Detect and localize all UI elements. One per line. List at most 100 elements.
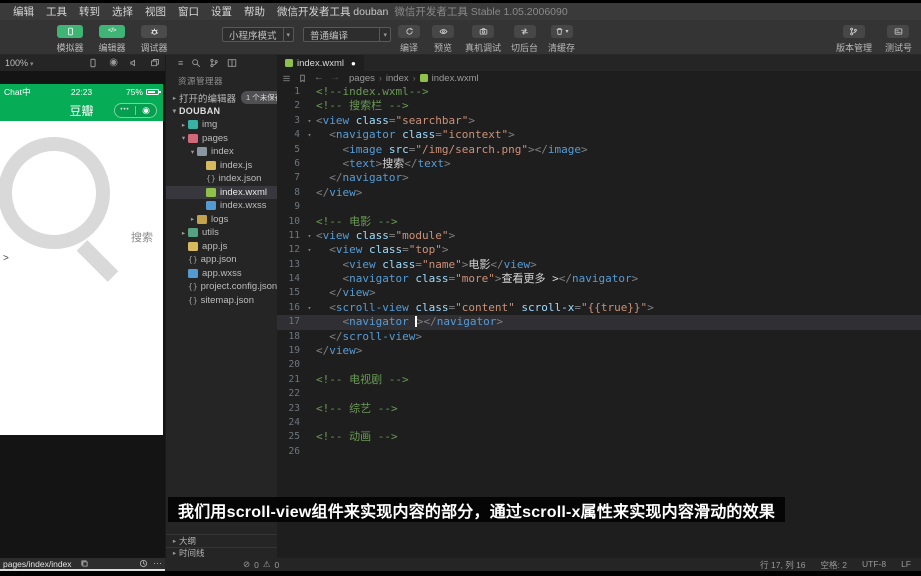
code-editor[interactable]: 1<!--index.wxml-->2<!-- 搜索栏 -->3▾<view c… [277,85,921,558]
open-editors-section[interactable]: ▸ 打开的编辑器 1 个未保存 [166,91,277,105]
code-line-3[interactable]: 3▾<view class="searchbar"> [277,114,921,128]
search-icon[interactable] [191,58,201,68]
code-line-7[interactable]: 7 </navigator> [277,171,921,185]
tree-item-label: index [211,146,234,157]
code-line-20[interactable]: 20 [277,358,921,372]
code-line-4[interactable]: 4▾ <navigator class="icontext"> [277,128,921,142]
menu-item[interactable]: 窗口 [172,4,205,19]
back-arrow-icon[interactable]: ← [314,73,324,83]
tree-item-utils[interactable]: ▸utils [166,226,277,240]
tree-item-douban[interactable]: ▾DOUBAN [166,105,277,119]
menu-item[interactable]: 设置 [205,4,238,19]
menu-item[interactable]: 转到 [73,4,106,19]
search-text[interactable]: 搜索 [131,229,153,245]
tree-item-sitemap.json[interactable]: {}sitemap.json [166,294,277,308]
trash-button[interactable]: ▾清缓存 [548,25,575,54]
code-line-21[interactable]: 21<!-- 电视剧 --> [277,373,921,387]
code-line-12[interactable]: 12▾ <view class="top"> [277,243,921,257]
bookmark-icon[interactable] [298,74,307,83]
tree-item-index.wxml[interactable]: index.wxml [166,186,277,200]
search-image-ring[interactable] [0,137,110,249]
mode-select[interactable]: 小程序模式 ▾ [222,27,294,42]
windows-icon[interactable] [150,58,160,68]
tree-item-index[interactable]: ▾index [166,145,277,159]
tree-item-logs[interactable]: ▸logs [166,213,277,227]
code-line-1[interactable]: 1<!--index.wxml--> [277,85,921,99]
breadcrumb-item[interactable]: pages [349,73,375,84]
exit-capsule-icon[interactable]: ◉ [136,106,156,115]
code-line-10[interactable]: 10<!-- 电影 --> [277,215,921,229]
code-line-13[interactable]: 13 <view class="name">电影</view> [277,258,921,272]
tree-item-index.json[interactable]: {}index.json [166,172,277,186]
forward-arrow-icon[interactable]: → [331,73,341,83]
debug-toggle-button[interactable]: 调试器 [139,25,169,54]
code-line-9[interactable]: 9 [277,200,921,214]
status-segment[interactable]: UTF-8 [862,559,886,571]
code-line-2[interactable]: 2<!-- 搜索栏 --> [277,99,921,113]
app-version: 微信开发者工具 Stable 1.05.2006090 [394,6,567,18]
tree-item-app.js[interactable]: app.js [166,240,277,254]
code-line-14[interactable]: 14 <navigator class="more">查看更多 ></navig… [277,272,921,286]
breadcrumb-item[interactable]: index.wxml [432,73,479,84]
code-line-22[interactable]: 22 [277,387,921,401]
menu-item[interactable]: 帮助 [238,4,271,19]
code-line-17[interactable]: 17 <navigator ></navigator> [277,315,921,329]
sidebar-section-时间线[interactable]: ▸时间线 [166,547,277,559]
code-line-15[interactable]: 15 </view> [277,286,921,300]
code-line-18[interactable]: 18 </scroll-view> [277,330,921,344]
list-icon[interactable]: ≡ [178,59,183,68]
outline-icon[interactable] [282,74,291,83]
more-dots-icon[interactable]: ••• [115,107,135,113]
status-segment[interactable]: LF [901,559,911,571]
eye-button[interactable]: 预览 [431,25,455,54]
branch-icon[interactable] [209,58,219,68]
split-icon[interactable] [227,58,237,68]
idcard-button[interactable]: 测试号 [885,25,912,54]
compile-mode-select[interactable]: 普通编译 ▾ [303,27,391,42]
code-toggle-button[interactable]: </>编辑器 [97,25,127,54]
sidebar-section-大纲[interactable]: ▸大纲 [166,534,277,547]
sound-icon[interactable] [129,58,139,68]
tab-index-wxml[interactable]: index.wxml ● [277,55,364,71]
status-segment[interactable]: 行 17, 列 16 [760,559,805,571]
tree-item-pages[interactable]: ▾pages [166,132,277,146]
menu-item[interactable]: 微信开发者工具 [271,4,357,19]
menu-item[interactable]: 编辑 [7,4,40,19]
menu-item[interactable]: 工具 [40,4,73,19]
menu-item[interactable]: 选择 [106,4,139,19]
refresh-button[interactable]: 编译 [397,25,421,54]
tree-item-project.config.json[interactable]: {}project.config.json [166,280,277,294]
code-line-6[interactable]: 6 <text>搜索</text> [277,157,921,171]
code-line-16[interactable]: 16▾ <scroll-view class="content" scroll-… [277,301,921,315]
status-segment[interactable]: 空格: 2 [821,559,847,571]
tree-item-img[interactable]: ▸img [166,118,277,132]
code-line-24[interactable]: 24 [277,416,921,430]
tree-item-index.js[interactable]: index.js [166,159,277,173]
record-icon[interactable]: ◉ [109,58,118,68]
code-line-26[interactable]: 26 [277,445,921,459]
camera-button[interactable]: 真机调试 [465,25,501,54]
zoom-select[interactable]: 100%▾ [5,58,34,68]
line-number: 10 [277,215,303,229]
tree-item-app.json[interactable]: {}app.json [166,253,277,267]
code-line-8[interactable]: 8</view> [277,186,921,200]
code-line-11[interactable]: 11▾<view class="module"> [277,229,921,243]
code-line-23[interactable]: 23<!-- 综艺 --> [277,402,921,416]
tree-item-index.wxss[interactable]: index.wxss [166,199,277,213]
device-icon[interactable] [88,58,98,68]
menu-item[interactable]: 视图 [139,4,172,19]
problems-indicator[interactable]: ⊘ 0 ⚠ 0 [243,560,279,570]
breadcrumb-item[interactable]: index [386,73,409,84]
branch-button[interactable]: 版本管理 [836,25,872,54]
copy-path-icon[interactable] [80,559,89,568]
more-dots-icon[interactable]: ⋯ [153,559,162,568]
phone-toggle-button[interactable]: 模拟器 [55,25,85,54]
code-line-25[interactable]: 25<!-- 动画 --> [277,430,921,444]
swap-button[interactable]: 切后台 [511,25,538,54]
tree-item-app.wxss[interactable]: app.wxss [166,267,277,281]
code-line-5[interactable]: 5 <image src="/img/search.png"></image> [277,143,921,157]
code-line-19[interactable]: 19</view> [277,344,921,358]
history-icon[interactable] [139,559,148,568]
capsule-menu[interactable]: ••• ◉ [114,103,157,118]
modified-dot-icon[interactable]: ● [351,59,356,68]
